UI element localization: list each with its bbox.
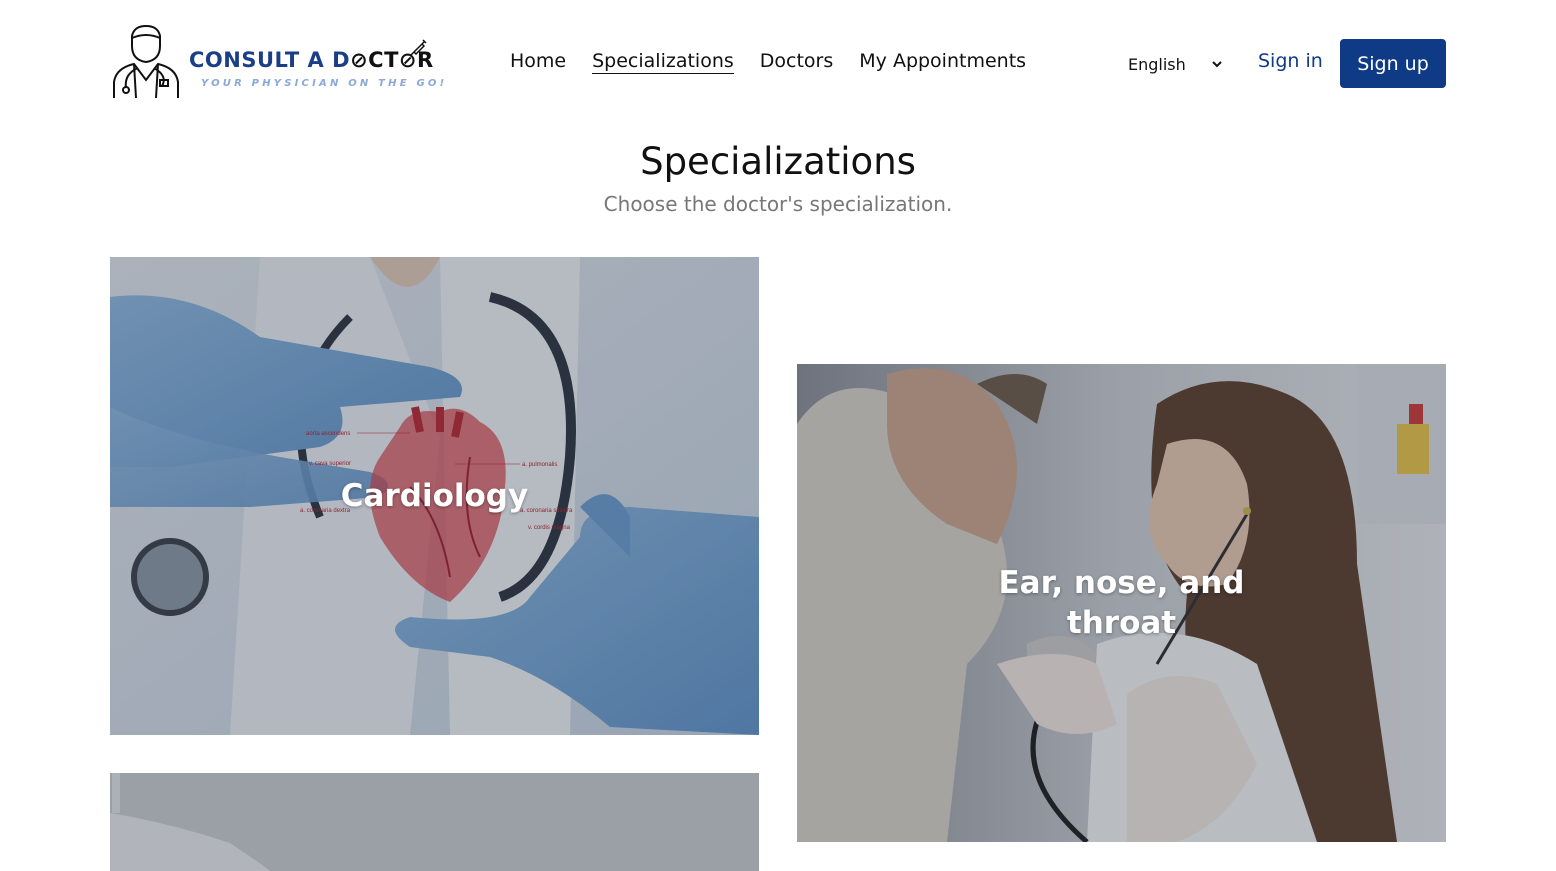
doctor-logo-icon	[113, 24, 179, 99]
specialization-name: Cardiology	[340, 478, 529, 514]
sign-up-button[interactable]: Sign up	[1340, 39, 1446, 88]
specialization-name: Ear, nose, and throat	[998, 565, 1245, 641]
specialization-card-partial[interactable]	[110, 773, 759, 871]
brand-o-with-slash: ⊘	[350, 48, 369, 72]
nav-specializations[interactable]: Specializations	[592, 50, 734, 74]
specialization-card-cardiology[interactable]: aorta ascendens v. cava superior a. coro…	[110, 257, 759, 735]
main-nav: Home Specializations Doctors My Appointm…	[510, 50, 1026, 74]
card-overlay	[110, 773, 759, 871]
chevron-down-icon	[1212, 61, 1222, 68]
language-selected: English	[1128, 54, 1186, 74]
page-title: Specializations	[640, 140, 916, 183]
brand-tagline: YOUR PHYSICIAN ON THE GO!	[201, 78, 448, 89]
sign-in-link[interactable]: Sign in	[1258, 50, 1323, 72]
syringe-icon	[410, 39, 427, 56]
site-header: CONSULT A D⊘CT⊘R YOUR PHYSICIAN ON THE G…	[0, 0, 1556, 128]
nav-my-appointments[interactable]: My Appointments	[859, 50, 1026, 74]
brand-name: CONSULT A D⊘CT⊘R	[189, 48, 434, 72]
page-subtitle: Choose the doctor's specialization.	[603, 192, 953, 216]
nav-doctors[interactable]: Doctors	[760, 50, 834, 74]
logo[interactable]: CONSULT A D⊘CT⊘R YOUR PHYSICIAN ON THE G…	[110, 24, 444, 100]
specialization-card-ent[interactable]: Ear, nose, and throat	[797, 364, 1446, 842]
language-select[interactable]: English	[1120, 48, 1232, 80]
nav-home[interactable]: Home	[510, 50, 566, 74]
